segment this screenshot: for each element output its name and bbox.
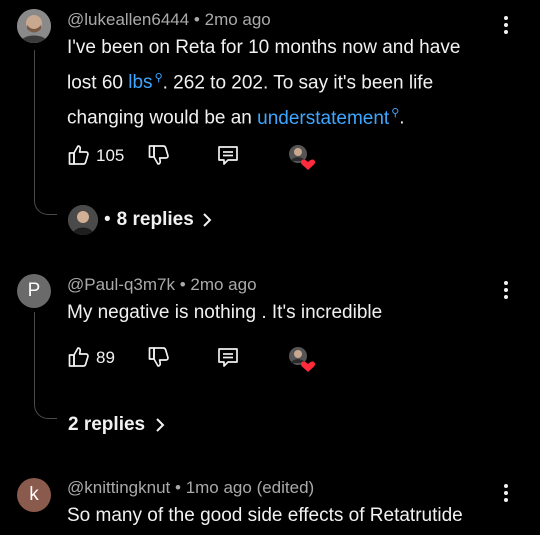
- meta-separator: •: [175, 478, 181, 497]
- replies-count: 8 replies: [116, 209, 194, 230]
- avatar[interactable]: P: [17, 274, 51, 308]
- thread-line: [34, 312, 35, 404]
- comment-text: I've been on Reta for 10 months now and …: [67, 37, 461, 129]
- comment-meta: @Paul-q3m7k • 2mo ago: [67, 275, 257, 295]
- reply-button[interactable]: [216, 345, 240, 369]
- replies-count: 2 replies: [68, 414, 146, 435]
- like-button[interactable]: [67, 143, 91, 167]
- reply-avatar: [68, 205, 98, 235]
- reply-icon: [218, 146, 238, 165]
- comment-meta: @lukeallen6444 • 2mo ago: [67, 10, 271, 30]
- like-count: 89: [96, 348, 115, 367]
- thread-line: [34, 50, 35, 200]
- like-count: 105: [96, 146, 125, 165]
- dislike-icon: [148, 145, 169, 165]
- thread-curve: [34, 404, 57, 419]
- replies-toggle[interactable]: 2 replies: [68, 414, 167, 436]
- search-link[interactable]: understatement ⚲: [257, 107, 399, 128]
- avatar-letter: k: [29, 484, 39, 505]
- comment-time: 1mo ago (edited): [185, 478, 315, 497]
- like-icon: [68, 145, 89, 165]
- reply-button[interactable]: [216, 143, 240, 167]
- creator-heart-icon: [287, 144, 317, 172]
- comment-time: 2mo ago: [190, 275, 257, 294]
- comment-text: So many of the good side effects of Reta…: [67, 505, 463, 526]
- comment-time: 2mo ago: [204, 10, 271, 29]
- thread-curve: [34, 200, 57, 215]
- author-name[interactable]: @knittingknut: [67, 478, 170, 497]
- replies-separator: •: [104, 209, 111, 230]
- dislike-button[interactable]: [147, 345, 171, 369]
- author-name[interactable]: @lukeallen6444: [67, 10, 189, 29]
- search-icon: ⚲: [154, 72, 163, 84]
- comment-meta: @knittingknut • 1mo ago (edited): [67, 478, 314, 498]
- like-icon: [68, 347, 89, 367]
- reply-icon: [218, 348, 238, 367]
- like-button[interactable]: [67, 345, 91, 369]
- meta-separator: •: [179, 275, 186, 294]
- avatar[interactable]: k: [17, 478, 51, 512]
- avatar-letter: P: [27, 280, 41, 301]
- replies-toggle[interactable]: • 8 replies: [68, 205, 214, 235]
- meta-separator: •: [193, 10, 200, 29]
- creator-heart-icon: [287, 346, 317, 374]
- dislike-icon: [148, 347, 169, 367]
- chevron-right-icon: [156, 418, 165, 432]
- author-name[interactable]: @Paul-q3m7k: [67, 275, 175, 294]
- comment-text: My negative is nothing . It's incredible: [67, 302, 383, 323]
- chevron-right-icon: [203, 213, 212, 227]
- search-link[interactable]: lbs ⚲: [128, 72, 162, 93]
- avatar[interactable]: [17, 9, 51, 43]
- dislike-button[interactable]: [147, 143, 171, 167]
